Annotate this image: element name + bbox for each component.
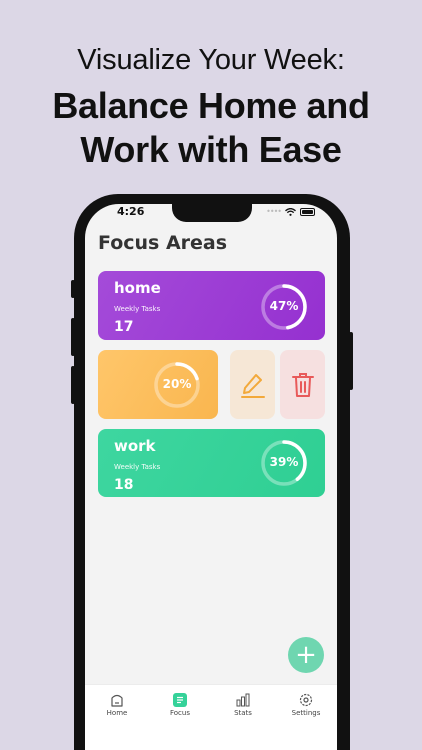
phone-power-button xyxy=(349,332,353,390)
progress-percent: 20% xyxy=(162,377,192,391)
tab-home[interactable]: Home xyxy=(92,693,142,717)
status-icons: •••• xyxy=(266,207,315,216)
plus-icon: + xyxy=(295,640,317,670)
headline-line-2a: Balance Home and xyxy=(52,85,370,126)
tab-stats[interactable]: Stats xyxy=(218,693,268,717)
focus-card-count: 17 xyxy=(114,319,134,335)
phone-volume-down-button xyxy=(71,366,75,404)
home-icon xyxy=(111,694,123,707)
list-icon xyxy=(173,693,187,707)
headline-line-1: Visualize Your Week: xyxy=(77,44,345,76)
battery-icon xyxy=(300,207,315,216)
focus-card-home[interactable]: home Weekly Tasks 17 47% xyxy=(98,271,325,340)
focus-card-subtitle: Weekly Tasks xyxy=(114,463,161,471)
page-title: Focus Areas xyxy=(98,232,228,254)
phone-notch xyxy=(172,204,252,222)
trash-icon xyxy=(291,372,314,397)
tab-focus[interactable]: Focus xyxy=(155,693,205,717)
headline-line-2b: Work with Ease xyxy=(80,129,342,170)
focus-card-work[interactable]: work Weekly Tasks 18 39% xyxy=(98,429,325,497)
gear-icon xyxy=(299,693,313,707)
tab-bar: Home Focus Stats Settings xyxy=(85,684,337,750)
focus-card-swiped[interactable]: 20% xyxy=(98,350,218,419)
progress-percent: 47% xyxy=(269,299,299,313)
delete-button[interactable] xyxy=(280,350,325,419)
signal-icon: •••• xyxy=(266,207,282,216)
tab-settings[interactable]: Settings xyxy=(281,693,331,717)
focus-card-subtitle: Weekly Tasks xyxy=(114,305,161,313)
wifi-icon xyxy=(285,207,296,216)
progress-percent: 39% xyxy=(269,455,299,469)
bar-chart-icon xyxy=(236,693,250,707)
pencil-icon xyxy=(240,373,265,398)
app-screen: 4:26 •••• Focus Areas home Weekly Tasks … xyxy=(85,204,337,750)
status-time: 4:26 xyxy=(117,205,145,218)
tab-label: Home xyxy=(106,709,128,717)
tab-label: Settings xyxy=(291,709,321,717)
focus-card-name: home xyxy=(114,279,161,297)
phone-volume-up-button xyxy=(71,318,75,356)
focus-card-name: work xyxy=(114,437,156,455)
add-focus-area-button[interactable]: + xyxy=(288,637,324,673)
tab-label: Stats xyxy=(234,709,252,717)
tab-label: Focus xyxy=(170,709,190,717)
edit-button[interactable] xyxy=(230,350,275,419)
focus-card-count: 18 xyxy=(114,477,134,493)
headline-line-2: Balance Home and Work with Ease xyxy=(0,84,422,172)
phone-mute-button xyxy=(71,280,75,298)
